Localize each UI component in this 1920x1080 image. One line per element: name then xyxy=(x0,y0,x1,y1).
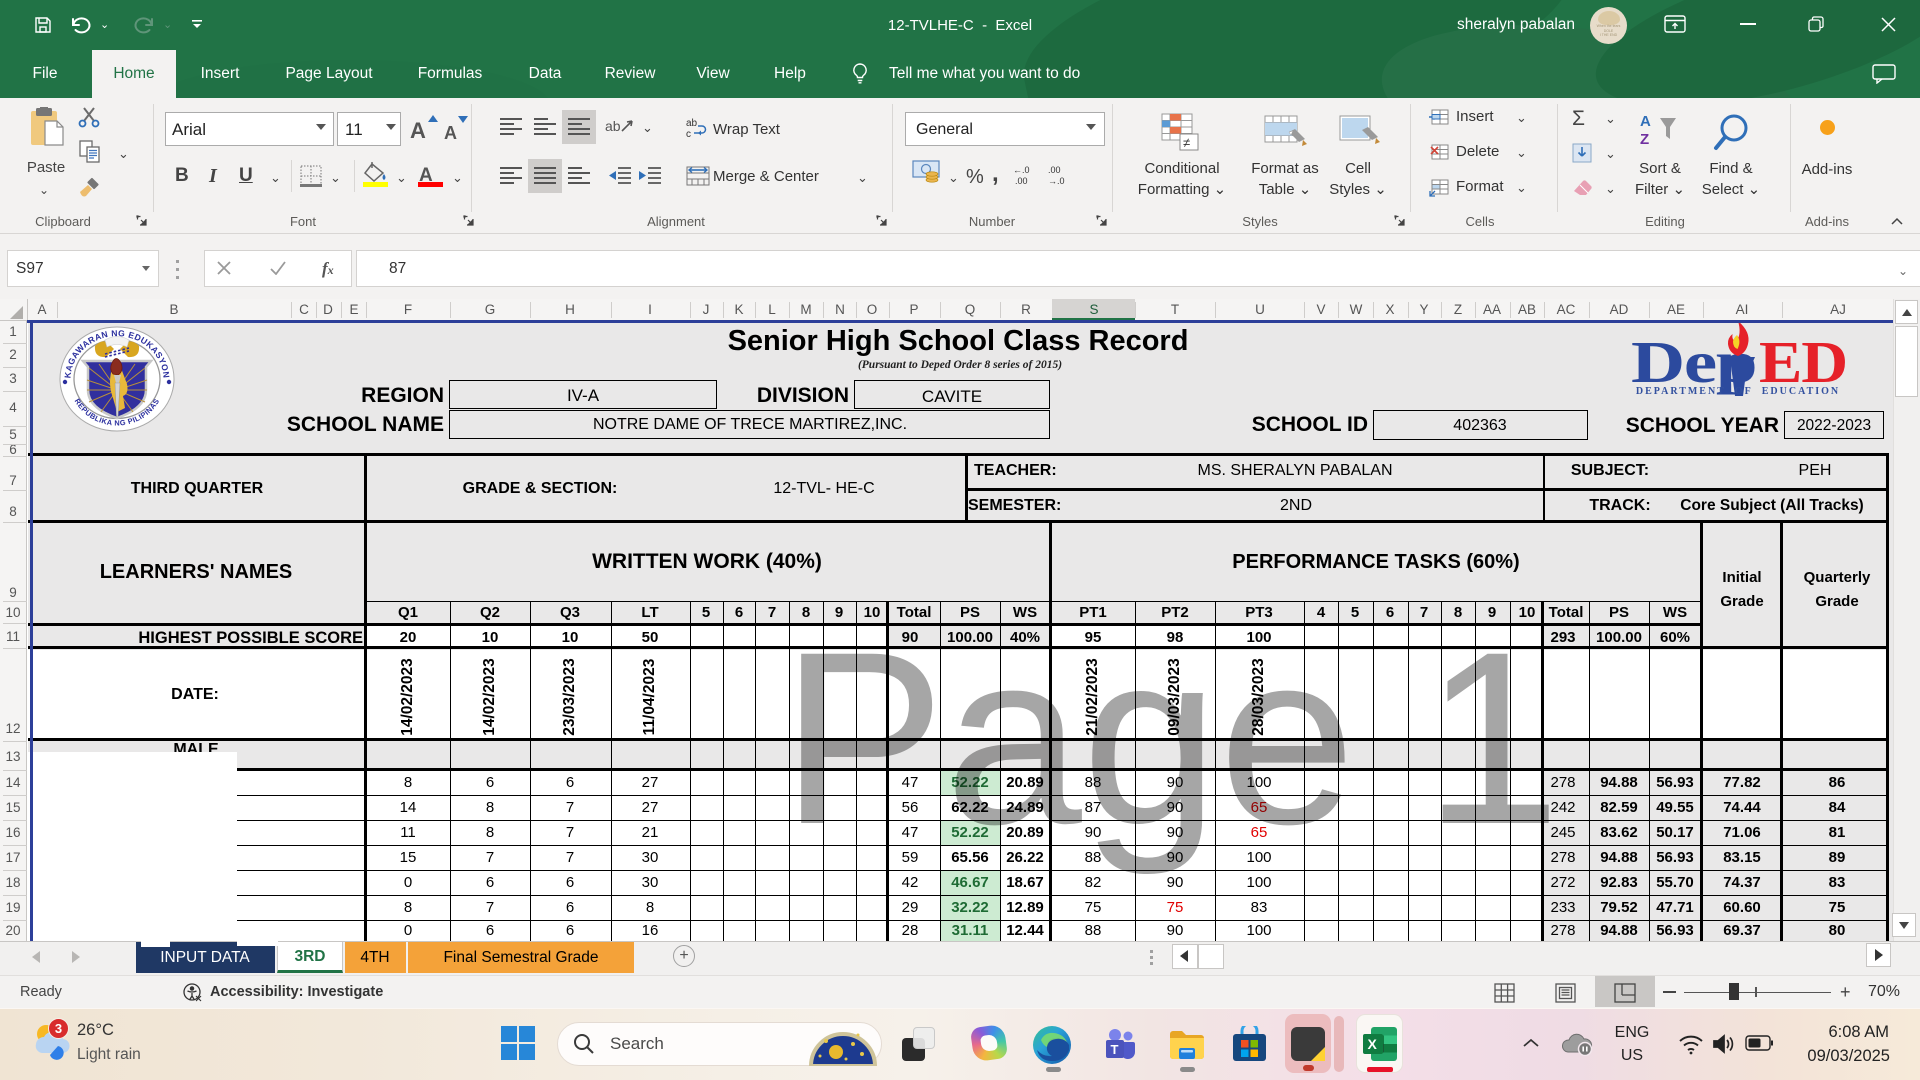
svg-text:A: A xyxy=(1640,113,1651,130)
svg-text:←.0: ←.0 xyxy=(1013,165,1030,175)
svg-text:.00: .00 xyxy=(1048,165,1061,175)
svg-text:≠: ≠ xyxy=(1183,135,1190,150)
svg-text:c: c xyxy=(686,129,691,139)
svg-text:T: T xyxy=(1111,1042,1119,1057)
svg-text:.00: .00 xyxy=(1015,176,1028,185)
svg-text:X: X xyxy=(1368,1036,1378,1052)
svg-text:→.0: →.0 xyxy=(1048,176,1065,185)
svg-text:ab: ab xyxy=(686,118,698,129)
svg-text:Z: Z xyxy=(1640,131,1649,148)
